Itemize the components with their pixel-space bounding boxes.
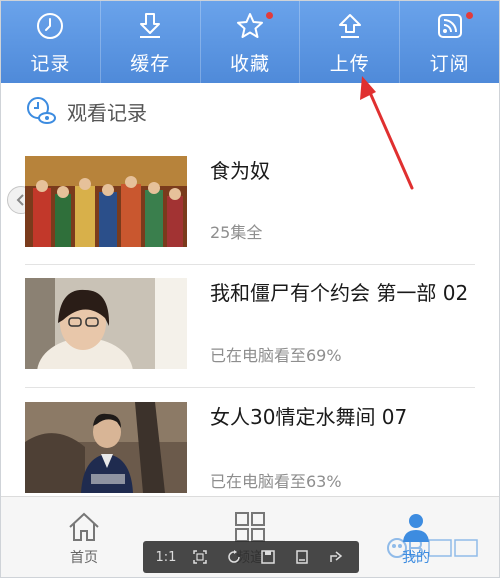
nav-label: 首页 xyxy=(70,550,98,566)
tab-favorites[interactable]: 收藏 xyxy=(201,1,301,83)
upload-icon xyxy=(338,14,361,38)
copy-icon xyxy=(296,550,308,564)
notification-dot xyxy=(266,12,274,19)
tab-label: 收藏 xyxy=(229,53,270,75)
video-thumbnail[interactable] xyxy=(25,402,187,493)
thumbnail-image xyxy=(25,156,187,247)
video-title: 食为奴 xyxy=(210,159,270,183)
top-tab-bar: 记录 缓存 收藏 上传 订阅 xyxy=(1,1,499,83)
fit-screen-icon xyxy=(193,550,207,564)
video-subtitle: 25集全 xyxy=(210,223,263,242)
tab-history[interactable]: 记录 xyxy=(1,1,101,83)
grid-icon xyxy=(235,512,265,542)
video-subtitle: 已在电脑看至69% xyxy=(210,346,342,365)
video-thumbnail[interactable] xyxy=(25,156,187,247)
tab-upload[interactable]: 上传 xyxy=(300,1,401,83)
tab-label: 缓存 xyxy=(130,53,171,75)
video-subtitle: 已在电脑看至63% xyxy=(210,472,342,491)
section-title: 观看记录 xyxy=(67,100,147,125)
video-title: 女人30情定水舞间 07 xyxy=(210,405,408,429)
rotate-icon xyxy=(228,550,240,563)
video-thumbnail[interactable] xyxy=(25,278,187,369)
rotate-button[interactable] xyxy=(223,546,245,568)
history-list: 食为奴 25集全 我和僵尸有个约会 第一部 02 已在电脑看至69% 女人30情… xyxy=(0,140,500,493)
history-eye-icon xyxy=(27,97,56,124)
star-icon xyxy=(236,13,263,38)
video-title: 我和僵尸有个约会 第一部 02 xyxy=(210,281,469,305)
tab-label: 订阅 xyxy=(429,53,470,75)
share-button[interactable] xyxy=(325,546,347,568)
tab-label: 记录 xyxy=(30,53,71,75)
clock-icon xyxy=(37,13,64,39)
list-item[interactable]: 食为奴 25集全 xyxy=(0,140,500,262)
tab-cache[interactable]: 缓存 xyxy=(101,1,201,83)
tab-subscribe[interactable]: 订阅 xyxy=(400,1,499,83)
save-button[interactable] xyxy=(257,546,279,568)
baidu-watermark-logo xyxy=(387,538,478,558)
home-icon xyxy=(69,512,99,541)
notification-dot xyxy=(465,12,473,19)
share-icon xyxy=(330,551,343,562)
list-item[interactable]: 女人30情定水舞间 07 已在电脑看至63% xyxy=(0,386,500,508)
thumbnail-image xyxy=(25,402,187,493)
list-item[interactable]: 我和僵尸有个约会 第一部 02 已在电脑看至69% xyxy=(0,262,500,384)
thumbnail-image xyxy=(25,278,187,369)
download-icon xyxy=(140,13,161,38)
tab-label: 上传 xyxy=(329,53,370,75)
image-viewer-toolbar: 1:1 xyxy=(143,541,359,573)
rss-icon xyxy=(437,14,462,38)
actual-size-button[interactable]: 1:1 xyxy=(155,546,177,568)
copy-button[interactable] xyxy=(291,546,313,568)
save-icon xyxy=(261,550,275,564)
section-header: 观看记录 xyxy=(25,96,147,126)
fit-screen-button[interactable] xyxy=(189,546,211,568)
